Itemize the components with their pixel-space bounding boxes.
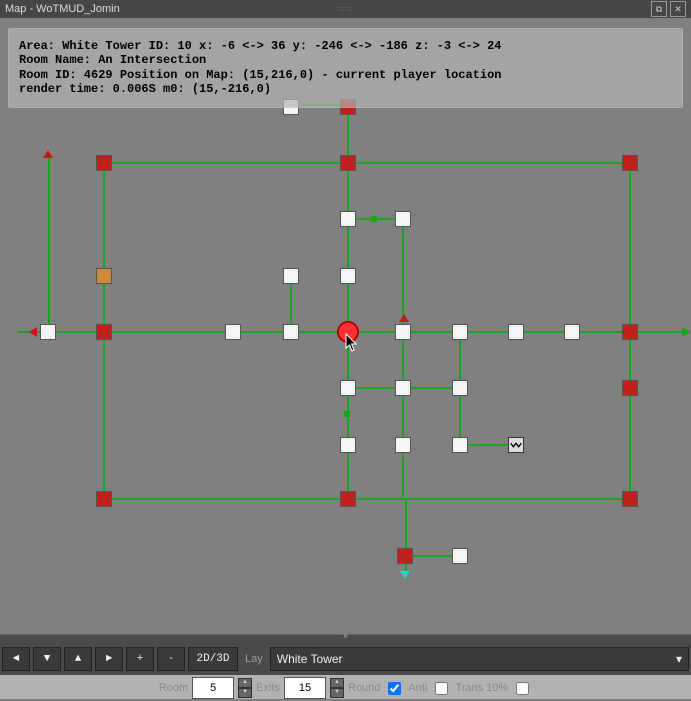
room-node[interactable] [508,324,524,340]
info-room-id: Room ID: 4629 Position on Map: (15,216,0… [19,68,672,82]
player-location[interactable] [337,321,359,343]
exits-size-label: Exits [256,682,280,694]
view-mode-button[interactable]: 2D/3D [188,647,238,671]
detach-icon[interactable]: ⧉ [651,1,667,17]
room-node[interactable] [452,324,468,340]
zoom-in-button[interactable]: + [126,647,154,671]
room-node-red[interactable] [340,491,356,507]
room-node[interactable] [283,324,299,340]
room-size-label: Room [159,682,188,694]
room-node[interactable] [395,324,411,340]
bottom-panel: ^ ◄ ▼ ▲ ► + - 2D/3D Lay White Tower ▾ Ro… [0,634,691,699]
info-render-time: render time: 0.006S m0: (15,-216,0) [19,82,672,96]
room-node[interactable] [340,380,356,396]
info-overlay: Area: White Tower ID: 10 x: -6 <-> 36 y:… [8,28,683,108]
round-label: Round [348,682,380,694]
pan-up-button[interactable]: ▲ [64,647,92,671]
arrow-up-icon [43,150,53,158]
room-node[interactable] [452,380,468,396]
settings-bar: Room ▲▼ Exits ▲▼ Round Anti Trans 10% [0,675,691,701]
room-node[interactable] [395,380,411,396]
room-node[interactable] [40,324,56,340]
titlebar: Map - WoTMUD_Jomin :::::: ⧉ ✕ [0,0,691,18]
exits-size-input[interactable] [284,677,326,699]
room-node-red[interactable] [397,548,413,564]
pan-down-button[interactable]: ▼ [33,647,61,671]
layer-label: Lay [241,653,267,665]
toolbar: ◄ ▼ ▲ ► + - 2D/3D Lay White Tower ▾ [0,643,691,675]
pan-right-button[interactable]: ► [95,647,123,671]
trans-label: Trans 10% [455,682,508,694]
room-node-red[interactable] [340,155,356,171]
room-node-special[interactable] [508,437,524,453]
room-node[interactable] [395,437,411,453]
room-size-input[interactable] [192,677,234,699]
arrow-west-icon [29,327,37,337]
info-area-line: Area: White Tower ID: 10 x: -6 <-> 36 y:… [19,39,672,53]
anti-label: Anti [408,682,427,694]
room-node[interactable] [452,548,468,564]
anti-checkbox[interactable] [435,682,448,695]
arrow-up-icon [399,314,409,322]
room-node[interactable] [564,324,580,340]
area-select[interactable]: White Tower ▾ [270,647,689,671]
room-node[interactable] [395,211,411,227]
pan-left-button[interactable]: ◄ [2,647,30,671]
room-node-red[interactable] [622,491,638,507]
room-node-red[interactable] [96,491,112,507]
room-node-red[interactable] [622,380,638,396]
chevron-down-icon: ▾ [676,652,682,666]
info-room-name: Room Name: An Intersection [19,53,672,67]
room-node-orange[interactable] [96,268,112,284]
room-node-red[interactable] [96,155,112,171]
room-node[interactable] [340,211,356,227]
exits-size-stepper[interactable]: ▲▼ [330,678,344,698]
room-size-stepper[interactable]: ▲▼ [238,678,252,698]
round-checkbox[interactable] [388,682,401,695]
room-node[interactable] [452,437,468,453]
close-icon[interactable]: ✕ [670,1,686,17]
room-node-red[interactable] [622,155,638,171]
room-node-red[interactable] [622,324,638,340]
map-canvas[interactable] [0,18,691,635]
room-node[interactable] [283,268,299,284]
arrow-down-icon [400,571,410,579]
room-node[interactable] [340,268,356,284]
grip-icon: :::::: [337,1,353,19]
arrow-east-icon [682,327,690,337]
room-node[interactable] [340,437,356,453]
resize-grip-icon[interactable]: ^ [0,635,691,643]
trans-checkbox[interactable] [516,682,529,695]
room-node-red[interactable] [96,324,112,340]
area-select-value: White Tower [277,652,343,666]
room-node[interactable] [225,324,241,340]
zoom-out-button[interactable]: - [157,647,185,671]
window-title: Map - WoTMUD_Jomin [5,0,120,18]
node-dot [344,411,350,417]
node-dot [371,216,377,222]
